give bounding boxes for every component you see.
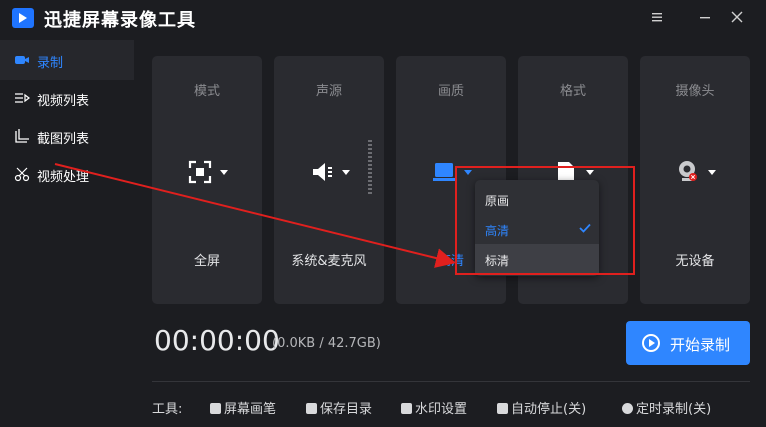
sidebar-item-video-edit[interactable]: 视频处理 (0, 154, 134, 194)
audio-source-card[interactable]: 声源 系统&麦克风 (274, 56, 384, 304)
tool-item-label: 定时录制(关) (636, 402, 712, 417)
card-value: 无设备 (675, 254, 715, 269)
storage-info: (0.0KB / 42.7GB) (272, 336, 381, 351)
tool-item-label: 保存目录 (320, 402, 373, 417)
title-bar: 迅捷屏幕录像工具 (0, 0, 766, 38)
monitor-icon (433, 163, 455, 181)
card-title: 摄像头 (675, 84, 715, 99)
card-title: 格式 (559, 84, 586, 99)
video-edit-icon (14, 167, 30, 182)
close-icon[interactable] (724, 6, 750, 28)
sidebar-item-video-list[interactable]: 视频列表 (0, 78, 134, 118)
fullscreen-icon (188, 160, 212, 184)
sidebar-item-label: 截图列表 (37, 132, 90, 147)
sidebar-item-label: 录制 (37, 56, 64, 71)
sidebar-item-label: 视频列表 (37, 94, 90, 109)
sidebar-item-record[interactable]: 录制 (0, 40, 134, 80)
sidebar-item-screenshot-list[interactable]: 截图列表 (0, 116, 134, 156)
card-title: 模式 (193, 84, 220, 99)
dropdown-option-label: 高清 (485, 224, 510, 238)
tool-item-label: 自动停止(关) (511, 402, 587, 417)
folder-icon (306, 403, 317, 414)
chevron-down-icon[interactable] (708, 170, 716, 175)
menu-icon[interactable] (644, 6, 670, 28)
play-icon (642, 334, 660, 352)
chevron-down-icon[interactable] (586, 170, 594, 175)
screenshot-list-icon (15, 129, 29, 143)
tools-label: 工具: (152, 402, 183, 417)
clock-icon (622, 403, 633, 414)
dropdown-option-hd[interactable]: 高清 (475, 214, 599, 244)
sidebar: 录制 视频列表 截图列表 视频处理 (0, 38, 134, 427)
card-value: 系统&麦克风 (291, 254, 367, 269)
start-recording-label: 开始录制 (670, 336, 731, 354)
divider (152, 381, 750, 382)
volume-meter (368, 140, 372, 198)
quality-dropdown-menu: 原画 高清 标清 (475, 180, 599, 276)
card-title: 画质 (437, 84, 464, 99)
sidebar-item-label: 视频处理 (37, 170, 90, 185)
check-icon (579, 223, 591, 233)
pause-icon (497, 403, 508, 414)
card-title: 声源 (315, 84, 342, 99)
auto-stop-button[interactable]: 自动停止(关) (497, 398, 586, 417)
tool-item-label: 屏幕画笔 (224, 402, 277, 417)
webcam-card[interactable]: 摄像头 无设备 (640, 56, 750, 304)
chevron-down-icon[interactable] (464, 170, 472, 175)
recording-timer: 00:00:00 (154, 324, 280, 357)
minimize-icon[interactable] (692, 6, 718, 28)
tool-item-label: 水印设置 (415, 402, 468, 417)
card-value: 全屏 (193, 254, 220, 269)
screen-pen-button[interactable]: 屏幕画笔 (210, 398, 276, 417)
pen-icon (210, 403, 221, 414)
dropdown-option-label: 标清 (485, 254, 510, 268)
save-directory-button[interactable]: 保存目录 (306, 398, 372, 417)
watermark-settings-button[interactable]: 水印设置 (401, 398, 467, 417)
main-panel: 模式 全屏 声源 系统&麦克风 画质 高清 格式 摄像头 无设备 00:00:0… (134, 38, 766, 427)
chevron-down-icon[interactable] (342, 170, 350, 175)
scheduled-recording-button[interactable]: 定时录制(关) (622, 398, 711, 417)
dropdown-option-original[interactable]: 原画 (475, 184, 599, 214)
start-recording-button[interactable]: 开始录制 (626, 321, 750, 365)
webcam-icon (679, 161, 697, 181)
speaker-icon (313, 163, 332, 181)
video-camera-icon (15, 56, 29, 64)
mode-card[interactable]: 模式 全屏 (152, 56, 262, 304)
app-title: 迅捷屏幕录像工具 (44, 10, 196, 31)
dropdown-option-sd[interactable]: 标清 (475, 244, 599, 274)
video-list-icon (15, 93, 30, 103)
app-logo-icon (12, 8, 34, 28)
dropdown-option-label: 原画 (485, 194, 510, 208)
chevron-down-icon[interactable] (220, 170, 228, 175)
watermark-icon (401, 403, 412, 414)
